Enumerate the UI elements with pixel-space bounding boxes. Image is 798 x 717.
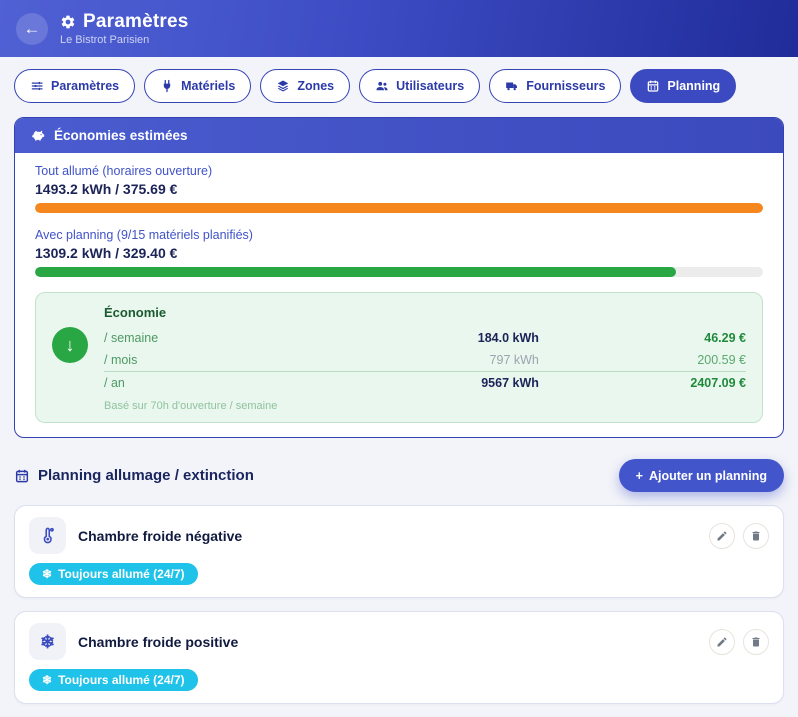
planning-card-chambre-froide-positive: ❄ Chambre froide positive ❄ Toujours all… bbox=[14, 611, 784, 704]
all-on-value: 1493.2 kWh / 375.69 € bbox=[35, 181, 763, 197]
restaurant-name: Le Bistrot Parisien bbox=[60, 34, 189, 46]
tab-materiels[interactable]: Matériels bbox=[144, 69, 251, 103]
planning-section-header: Planning allumage / extinction + Ajouter… bbox=[14, 459, 784, 492]
tab-fournisseurs[interactable]: Fournisseurs bbox=[489, 69, 621, 103]
tab-label: Utilisateurs bbox=[396, 79, 464, 93]
with-planning-progress-fill bbox=[35, 267, 676, 277]
thermometer-icon bbox=[29, 517, 66, 554]
always-on-badge: ❄ Toujours allumé (24/7) bbox=[29, 563, 198, 585]
tab-label: Planning bbox=[667, 79, 720, 93]
snowflake-icon: ❄ bbox=[29, 623, 66, 660]
piggy-bank-icon bbox=[31, 128, 46, 143]
tab-utilisateurs[interactable]: Utilisateurs bbox=[359, 69, 480, 103]
back-button[interactable]: ← bbox=[16, 13, 48, 45]
economy-row-label: / mois bbox=[104, 353, 332, 367]
economy-row-kwh: 797 kWh bbox=[332, 353, 539, 367]
economy-row-month: / mois 797 kWh 200.59 € bbox=[104, 349, 746, 371]
tab-label: Matériels bbox=[181, 79, 235, 93]
all-on-progress-fill bbox=[35, 203, 763, 213]
tab-zones[interactable]: Zones bbox=[260, 69, 350, 103]
trash-icon bbox=[750, 636, 762, 648]
planning-card-chambre-froide-negative: Chambre froide négative ❄ Toujours allum… bbox=[14, 505, 784, 598]
snowflake-icon: ❄ bbox=[42, 673, 52, 687]
delete-button[interactable] bbox=[743, 523, 769, 549]
economy-row-eur: 46.29 € bbox=[539, 331, 746, 345]
savings-card: Économies estimées Tout allumé (horaires… bbox=[14, 117, 784, 438]
economy-row-kwh: 9567 kWh bbox=[332, 376, 539, 390]
calendar-icon bbox=[14, 468, 30, 484]
calendar-icon bbox=[646, 79, 660, 93]
truck-icon bbox=[505, 79, 519, 93]
equipment-name: Chambre froide négative bbox=[78, 528, 709, 544]
sliders-icon bbox=[30, 79, 44, 93]
savings-card-body: Tout allumé (horaires ouverture) 1493.2 … bbox=[15, 153, 783, 437]
header-text: Paramètres Le Bistrot Parisien bbox=[60, 11, 189, 46]
layers-icon bbox=[276, 79, 290, 93]
plus-icon: + bbox=[636, 469, 643, 483]
tab-label: Zones bbox=[297, 79, 334, 93]
economy-row-kwh: 184.0 kWh bbox=[332, 331, 539, 345]
economy-footnote: Basé sur 70h d'ouverture / semaine bbox=[104, 400, 746, 412]
page-title: Paramètres bbox=[83, 11, 189, 33]
economy-row-eur: 2407.09 € bbox=[539, 376, 746, 390]
equipment-name: Chambre froide positive bbox=[78, 634, 709, 650]
economy-row-eur: 200.59 € bbox=[539, 353, 746, 367]
edit-button[interactable] bbox=[709, 523, 735, 549]
users-icon bbox=[375, 79, 389, 93]
tab-planning[interactable]: Planning bbox=[630, 69, 736, 103]
down-arrow-icon: ↓ bbox=[52, 327, 88, 363]
economy-title: Économie bbox=[104, 305, 746, 320]
tab-parametres[interactable]: Paramètres bbox=[14, 69, 135, 103]
always-on-badge: ❄ Toujours allumé (24/7) bbox=[29, 669, 198, 691]
planning-section-title: Planning allumage / extinction bbox=[14, 467, 254, 484]
economy-row-year: / an 9567 kWh 2407.09 € bbox=[104, 371, 746, 393]
all-on-progress-track bbox=[35, 203, 763, 213]
tab-label: Fournisseurs bbox=[526, 79, 605, 93]
pencil-icon bbox=[716, 530, 728, 542]
tab-bar: Paramètres Matériels Zones Utilisateurs … bbox=[0, 57, 798, 115]
with-planning-label: Avec planning (9/15 matériels planifiés) bbox=[35, 228, 763, 242]
trash-icon bbox=[750, 530, 762, 542]
economy-panel: ↓ Économie / semaine 184.0 kWh 46.29 € /… bbox=[35, 292, 763, 423]
delete-button[interactable] bbox=[743, 629, 769, 655]
with-planning-progress-track bbox=[35, 267, 763, 277]
gear-icon bbox=[60, 14, 76, 30]
pencil-icon bbox=[716, 636, 728, 648]
economy-row-week: / semaine 184.0 kWh 46.29 € bbox=[104, 327, 746, 349]
add-planning-button[interactable]: + Ajouter un planning bbox=[619, 459, 784, 492]
tab-label: Paramètres bbox=[51, 79, 119, 93]
add-planning-label: Ajouter un planning bbox=[649, 469, 767, 483]
plug-icon bbox=[160, 79, 174, 93]
badge-label: Toujours allumé (24/7) bbox=[58, 673, 184, 687]
badge-label: Toujours allumé (24/7) bbox=[58, 567, 184, 581]
all-on-label: Tout allumé (horaires ouverture) bbox=[35, 164, 763, 178]
savings-card-header: Économies estimées bbox=[15, 118, 783, 153]
savings-title: Économies estimées bbox=[54, 128, 188, 143]
edit-button[interactable] bbox=[709, 629, 735, 655]
with-planning-value: 1309.2 kWh / 329.40 € bbox=[35, 245, 763, 261]
economy-row-label: / an bbox=[104, 376, 332, 390]
app-header: ← Paramètres Le Bistrot Parisien bbox=[0, 0, 798, 57]
snowflake-icon: ❄ bbox=[42, 567, 52, 581]
economy-row-label: / semaine bbox=[104, 331, 332, 345]
planning-title-text: Planning allumage / extinction bbox=[38, 467, 254, 484]
